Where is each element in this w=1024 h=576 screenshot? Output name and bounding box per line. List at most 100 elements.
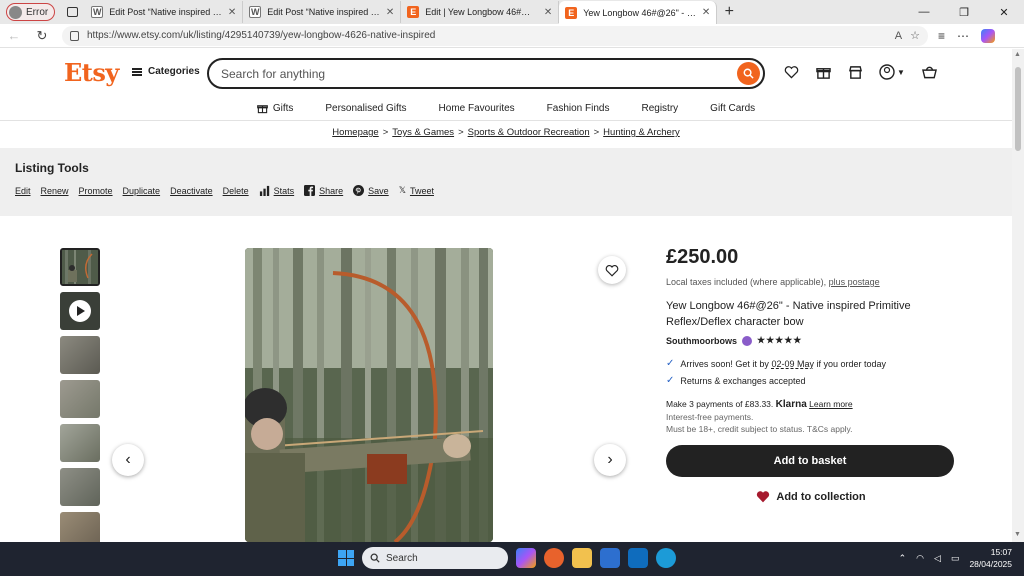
scroll-up-icon[interactable]: ▲ xyxy=(1014,51,1021,58)
account-icon[interactable]: ▼ xyxy=(878,63,906,81)
close-icon[interactable]: ✕ xyxy=(386,7,394,18)
shop-manager-icon[interactable] xyxy=(846,63,864,81)
nav-item-fashion-finds[interactable]: Fashion Finds xyxy=(531,97,626,119)
gift-icon[interactable] xyxy=(814,63,832,81)
url-text[interactable]: https://www.etsy.com/uk/listing/42951407… xyxy=(87,30,887,41)
wifi-icon[interactable]: ◠ xyxy=(916,553,924,564)
edge-icon[interactable] xyxy=(656,548,676,568)
nav-item-personalised-gifts[interactable]: Personalised Gifts xyxy=(309,97,422,119)
close-icon[interactable]: ✕ xyxy=(544,7,552,18)
search-icon xyxy=(370,553,380,563)
battery-icon[interactable]: ▭ xyxy=(951,553,960,564)
postage-link[interactable]: plus postage xyxy=(829,277,880,287)
main-product-image[interactable] xyxy=(245,248,493,542)
share-link[interactable]: Share xyxy=(304,185,343,196)
save-link[interactable]: Save xyxy=(353,185,389,196)
address-bar[interactable]: https://www.etsy.com/uk/listing/42951407… xyxy=(62,25,928,46)
duplicate-link[interactable]: Duplicate xyxy=(123,186,161,196)
nav-item-gifts[interactable]: Gifts xyxy=(241,97,310,119)
listing-tools-panel: Listing Tools Edit Renew Promote Duplica… xyxy=(0,148,1012,216)
thumbnail-image[interactable] xyxy=(60,468,100,506)
rating-stars[interactable]: ★★★★★ xyxy=(757,335,802,346)
window-controls: — ❐ ✕ xyxy=(904,0,1024,24)
edit-link[interactable]: Edit xyxy=(15,186,31,196)
thumbnail-image[interactable] xyxy=(60,512,100,542)
taskbar-search[interactable]: Search xyxy=(362,547,508,569)
x-twitter-icon: 𝕏 xyxy=(398,185,406,195)
next-image-button[interactable]: › xyxy=(594,444,626,476)
clock[interactable]: 15:07 28/04/2025 xyxy=(969,546,1012,570)
maximize-icon[interactable]: ❐ xyxy=(944,0,984,24)
profile-button[interactable]: Error xyxy=(6,3,56,21)
arrival-date[interactable]: 02-09 May xyxy=(771,359,814,369)
tab-actions-icon[interactable] xyxy=(59,0,85,24)
browser-tab-2[interactable]: W Edit Post “Native inspired Yew HUNTING… xyxy=(243,1,402,23)
add-to-collection-button[interactable]: Add to collection xyxy=(666,490,956,503)
breadcrumb-sports[interactable]: Sports & Outdoor Recreation xyxy=(468,127,590,138)
breadcrumb-hunting-archery[interactable]: Hunting & Archery xyxy=(603,127,680,138)
nav-item-gift-cards[interactable]: Gift Cards xyxy=(694,97,771,119)
browser-tab-1[interactable]: W Edit Post “Native inspired Yew HUNTING… xyxy=(85,1,244,23)
windows-start-icon[interactable] xyxy=(338,550,354,566)
favorite-button[interactable] xyxy=(598,256,626,284)
breadcrumb-toys-games[interactable]: Toys & Games xyxy=(392,127,454,138)
page-scrollbar[interactable]: ▲ ▼ xyxy=(1012,49,1024,542)
previous-image-button[interactable]: ‹ xyxy=(112,444,144,476)
chevron-up-icon[interactable]: ⌃ xyxy=(899,553,907,564)
thumbnail-image[interactable] xyxy=(60,336,100,374)
thumbnail-image[interactable] xyxy=(60,248,100,286)
scroll-down-icon[interactable]: ▼ xyxy=(1014,531,1021,538)
breadcrumb-homepage[interactable]: Homepage xyxy=(332,127,378,138)
file-explorer-icon[interactable] xyxy=(572,548,592,568)
copilot-app-icon[interactable] xyxy=(516,548,536,568)
renew-link[interactable]: Renew xyxy=(41,186,69,196)
volume-icon[interactable]: ◁ xyxy=(934,553,941,564)
delete-link[interactable]: Delete xyxy=(223,186,249,196)
add-to-basket-button[interactable]: Add to basket xyxy=(666,445,954,477)
close-icon[interactable]: ✕ xyxy=(702,7,710,18)
categories-button[interactable]: Categories xyxy=(132,66,200,77)
categories-label: Categories xyxy=(148,66,200,77)
stats-link[interactable]: Stats xyxy=(259,185,294,196)
firefox-icon[interactable] xyxy=(544,548,564,568)
thumbnail-image[interactable] xyxy=(60,424,100,462)
avatar xyxy=(9,5,22,19)
minimize-icon[interactable]: — xyxy=(904,0,944,24)
tweet-link[interactable]: 𝕏 Tweet xyxy=(399,185,434,196)
star-seller-badge-icon xyxy=(742,335,752,346)
refresh-icon[interactable]: ↻ xyxy=(28,28,56,44)
nav-item-home-favourites[interactable]: Home Favourites xyxy=(423,97,531,119)
tab-title: Edit | Yew Longbow 46#@26" - Native xyxy=(425,7,538,17)
deactivate-link[interactable]: Deactivate xyxy=(170,186,213,196)
address-bar-row: ← ↻ https://www.etsy.com/uk/listing/4295… xyxy=(0,24,1024,48)
browser-tab-4[interactable]: E Yew Longbow 46#@26" - Native inspired … xyxy=(559,1,718,24)
outlook-icon[interactable] xyxy=(628,548,648,568)
favorites-heart-icon[interactable] xyxy=(782,63,800,81)
nav-item-registry[interactable]: Registry xyxy=(625,97,694,119)
close-icon[interactable]: ✕ xyxy=(228,7,236,18)
search-button[interactable] xyxy=(737,62,760,85)
chevron-down-icon: ▼ xyxy=(897,67,905,77)
copilot-icon[interactable] xyxy=(981,28,996,43)
search-input[interactable]: Search for anything xyxy=(207,58,765,89)
learn-more-link[interactable]: Learn more xyxy=(809,399,852,409)
archer-forest-photo xyxy=(245,248,493,542)
browser-tab-3[interactable]: E Edit | Yew Longbow 46#@26" - Native ✕ xyxy=(401,1,560,23)
seller-name[interactable]: Southmoorbows xyxy=(666,336,737,346)
read-aloud-icon[interactable]: A xyxy=(895,30,902,42)
favorites-icon[interactable]: ≡ xyxy=(938,29,945,43)
close-window-icon[interactable]: ✕ xyxy=(984,0,1024,24)
etsy-logo[interactable]: Etsy xyxy=(64,58,119,87)
more-icon[interactable]: ⋯ xyxy=(957,29,969,43)
thumbnail-image[interactable] xyxy=(60,380,100,418)
app-icon[interactable] xyxy=(600,548,620,568)
favorite-star-icon[interactable]: ☆ xyxy=(910,29,920,42)
back-icon[interactable]: ← xyxy=(0,28,28,43)
scrollbar-thumb[interactable] xyxy=(1015,67,1021,151)
video-thumbnail[interactable] xyxy=(60,292,100,330)
basket-icon[interactable] xyxy=(920,63,938,81)
new-tab-button[interactable]: + xyxy=(717,3,741,21)
tweet-label: Tweet xyxy=(409,185,434,196)
profile-label: Error xyxy=(26,6,49,18)
promote-link[interactable]: Promote xyxy=(79,186,113,196)
